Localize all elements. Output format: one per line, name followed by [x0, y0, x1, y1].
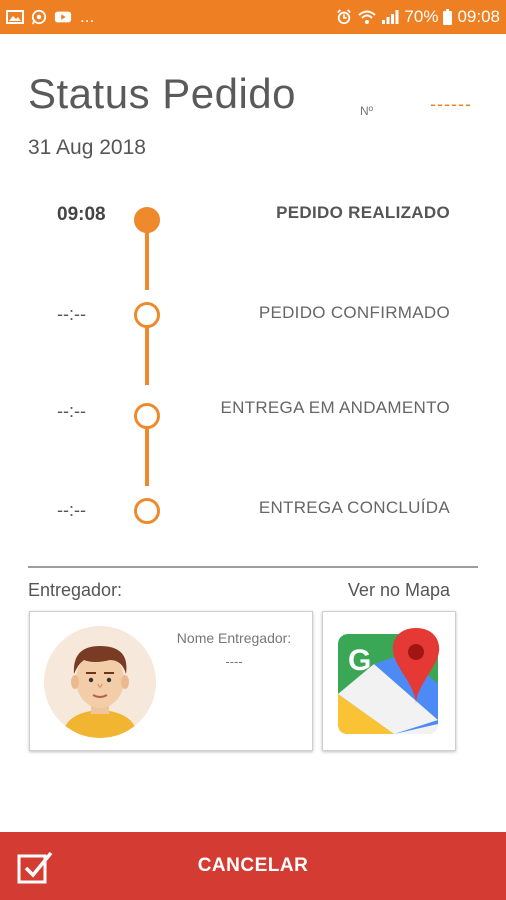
google-maps-icon: G	[338, 628, 440, 734]
svg-text:G: G	[348, 644, 371, 677]
youtube-icon	[54, 11, 72, 23]
map-section-label: Ver no Mapa	[347, 580, 450, 600]
battery-icon	[443, 9, 453, 25]
signal-icon	[382, 10, 399, 24]
courier-name-label: Nome Entregador:	[176, 630, 292, 646]
image-icon	[6, 10, 24, 24]
timeline-step-label: PEDIDO CONFIRMADO	[258, 303, 450, 322]
courier-avatar	[44, 626, 156, 738]
timeline-step-label: ENTREGA CONCLUÍDA	[258, 498, 450, 517]
cancel-button-label: CANCELAR	[197, 855, 309, 876]
timeline-step-label: PEDIDO REALIZADO	[276, 203, 450, 222]
timeline-step-label: ENTREGA EM ANDAMENTO	[220, 398, 450, 417]
notifications-overflow: ...	[80, 7, 95, 26]
clock: 09:08	[457, 7, 500, 26]
status-bar-system: 70% 09:08	[335, 7, 500, 27]
alarm-icon	[337, 9, 352, 25]
open-map-button[interactable]: G	[322, 611, 456, 751]
wifi-icon	[358, 10, 377, 24]
timeline-dot-pending	[134, 403, 160, 429]
courier-card: Nome Entregador: ----	[29, 611, 313, 751]
timeline-connector	[145, 327, 149, 385]
order-date: 31 Aug 2018	[28, 136, 146, 159]
status-bar: ... 70% 09:08	[0, 0, 506, 34]
checkbox-icon	[17, 851, 53, 884]
page-title: Status Pedido	[28, 70, 297, 117]
courier-section-label: Entregador:	[28, 580, 123, 600]
whatsapp-icon	[31, 9, 47, 25]
person-avatar-icon	[44, 626, 156, 738]
section-divider	[28, 566, 478, 568]
timeline-dot-pending	[134, 302, 160, 328]
timeline-dot-done	[134, 207, 160, 233]
order-number-label: Nº	[360, 104, 374, 118]
courier-name-value: ----	[225, 654, 243, 669]
battery-percent: 70%	[404, 7, 439, 26]
cancel-button[interactable]: CANCELAR	[0, 832, 506, 900]
timeline-connector	[145, 232, 149, 290]
timeline-connector	[145, 428, 149, 486]
order-number-value: ------	[430, 94, 472, 114]
status-bar-notifications: ...	[6, 7, 94, 27]
timeline-dot-pending	[134, 498, 160, 524]
